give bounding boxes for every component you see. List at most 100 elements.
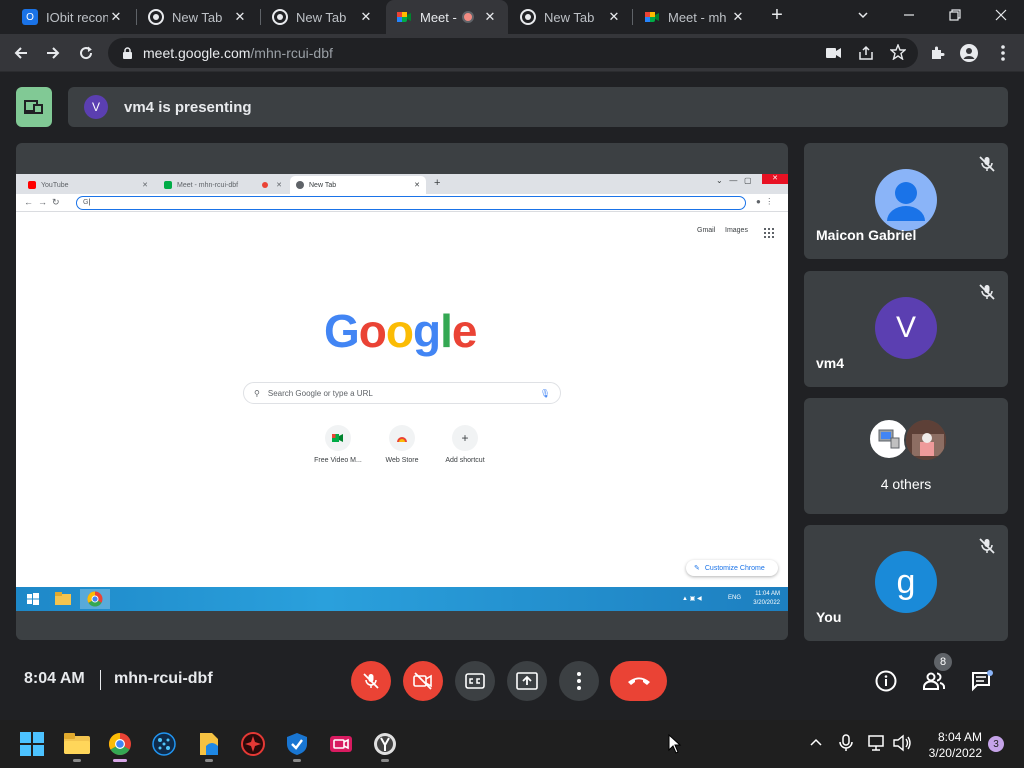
close-icon[interactable]: ✕	[482, 9, 498, 25]
meeting-details-button[interactable]	[868, 663, 904, 699]
captions-button[interactable]	[455, 661, 495, 701]
search-icon: ⚲	[254, 388, 260, 398]
restore-icon[interactable]	[932, 0, 978, 30]
tab-divider	[260, 9, 261, 25]
chevron-up-icon[interactable]	[808, 734, 824, 755]
present-button[interactable]	[507, 661, 547, 701]
participant-name: vm4	[816, 355, 845, 371]
browser-menu-icon[interactable]	[988, 38, 1018, 68]
shared-tab-label: YouTube	[41, 181, 69, 189]
people-icon	[923, 672, 945, 690]
images-link: Images	[725, 227, 748, 234]
group-avatar-photo-icon	[904, 418, 948, 462]
forward-icon[interactable]	[38, 38, 68, 68]
recording-indicator-icon	[262, 182, 269, 188]
meet-call-view: V vm4 is presenting YouTube ✕ Meet - mhn…	[0, 72, 1024, 720]
shared-clock-time: 11:04 AM	[755, 591, 780, 597]
volume-icon[interactable]	[892, 734, 912, 757]
new-tab-button[interactable]: +	[762, 0, 792, 30]
screen-recorder-icon[interactable]	[325, 728, 357, 760]
shortcut-add: + Add shortcut	[435, 425, 495, 464]
youtube-icon	[28, 181, 36, 189]
close-window-icon[interactable]	[978, 0, 1024, 30]
participant-tile-you[interactable]: g You	[804, 525, 1008, 641]
chrome-icon	[296, 181, 304, 189]
iobit-icon: O	[22, 9, 38, 25]
file-share-icon[interactable]	[193, 728, 225, 762]
mic-off-button[interactable]	[351, 661, 391, 701]
tray-icons: ▲ ▣ ◀	[682, 596, 702, 602]
tab-search-icon[interactable]	[840, 0, 886, 30]
present-to-all-icon[interactable]	[16, 87, 52, 127]
window-controls-icon: ⌄ — ▢	[716, 176, 752, 185]
tab-new-tab[interactable]: New Tab ✕	[262, 0, 384, 34]
close-icon[interactable]: ✕	[232, 9, 248, 25]
close-icon[interactable]: ✕	[358, 9, 374, 25]
close-icon[interactable]: ✕	[606, 9, 622, 25]
chat-button[interactable]	[964, 663, 1000, 699]
shared-tab-meet: Meet - mhn-rcui-dbf ✕	[158, 176, 288, 194]
participant-name: 4 others	[880, 476, 932, 492]
participant-avatar: g	[875, 551, 937, 613]
tab-label: New Tab	[172, 9, 223, 25]
extensions-icon[interactable]	[922, 38, 952, 68]
customize-label: Customize Chrome	[704, 564, 765, 572]
back-icon[interactable]	[6, 38, 36, 68]
system-clock[interactable]: 8:04 AM 3/20/2022	[920, 729, 982, 761]
close-icon: ✕	[276, 182, 282, 189]
participant-tile-others[interactable]: 4 others	[804, 398, 1008, 514]
meet-control-bar: 8:04 AM mhn-rcui-dbf 8	[0, 648, 1024, 720]
windows-start-icon[interactable]	[16, 728, 48, 760]
participant-tile-maicon[interactable]: Maicon Gabriel	[804, 143, 1008, 259]
chrome-icon	[80, 589, 110, 609]
meeting-code: mhn-rcui-dbf	[114, 670, 213, 687]
tab-divider	[136, 9, 137, 25]
search-placeholder: Search Google or type a URL	[267, 388, 373, 398]
url-domain: meet.google.com	[143, 45, 251, 61]
mic-icon: 🎙	[539, 388, 550, 398]
tab-label: New Tab	[296, 9, 347, 25]
minimize-icon[interactable]	[886, 0, 932, 30]
camera-off-button[interactable]	[403, 661, 443, 701]
leave-call-button[interactable]	[610, 661, 667, 701]
security-app-icon[interactable]	[237, 728, 269, 760]
tab-label: Meet - mh	[668, 9, 727, 25]
windows-start-icon	[18, 589, 48, 609]
tab-iobit[interactable]: O IObit recon ✕	[12, 0, 134, 34]
profile-icon[interactable]	[954, 38, 984, 68]
app-network-icon[interactable]	[148, 728, 180, 760]
close-icon[interactable]: ✕	[108, 9, 124, 25]
tab-divider	[632, 9, 633, 25]
camera-in-use-icon[interactable]	[826, 46, 842, 63]
close-icon[interactable]: ✕	[730, 9, 746, 25]
participant-name: You	[816, 609, 842, 625]
chrome-taskbar-icon[interactable]	[104, 728, 136, 762]
notification-badge[interactable]: 3	[988, 736, 1004, 752]
shield-icon[interactable]	[281, 728, 313, 762]
shared-toolbar: ← → ↻ G| ● ⋮	[16, 194, 788, 212]
file-explorer-icon[interactable]	[61, 728, 93, 762]
presenting-text: vm4 is presenting	[124, 98, 252, 116]
meeting-time: 8:04 AM	[24, 670, 85, 687]
bookmark-star-icon[interactable]	[889, 43, 907, 63]
system-clock-time: 8:04 AM	[937, 730, 982, 744]
shared-tab-youtube: YouTube ✕	[22, 176, 154, 194]
share-icon[interactable]	[858, 45, 874, 64]
tab-meet-active[interactable]: Meet - ✕	[386, 0, 508, 34]
reload-icon[interactable]	[71, 38, 101, 68]
windows-taskbar: 8:04 AM 3/20/2022 3	[0, 720, 1024, 768]
network-icon[interactable]	[868, 734, 886, 757]
participant-avatar: V	[875, 297, 937, 359]
yandex-browser-icon[interactable]	[369, 728, 401, 762]
file-explorer-icon	[48, 589, 78, 609]
address-bar[interactable]: meet.google.com/mhn-rcui-dbf	[108, 38, 918, 68]
microphone-icon[interactable]	[838, 734, 854, 757]
plus-icon: +	[452, 425, 478, 451]
presenter-avatar: V	[84, 95, 108, 119]
lock-icon	[122, 46, 133, 60]
more-options-button[interactable]	[559, 661, 599, 701]
tab-meet[interactable]: Meet - mh ✕	[634, 0, 756, 34]
tab-new-tab[interactable]: New Tab ✕	[138, 0, 258, 34]
tab-new-tab[interactable]: New Tab ✕	[510, 0, 632, 34]
participant-tile-vm4[interactable]: V vm4	[804, 271, 1008, 387]
